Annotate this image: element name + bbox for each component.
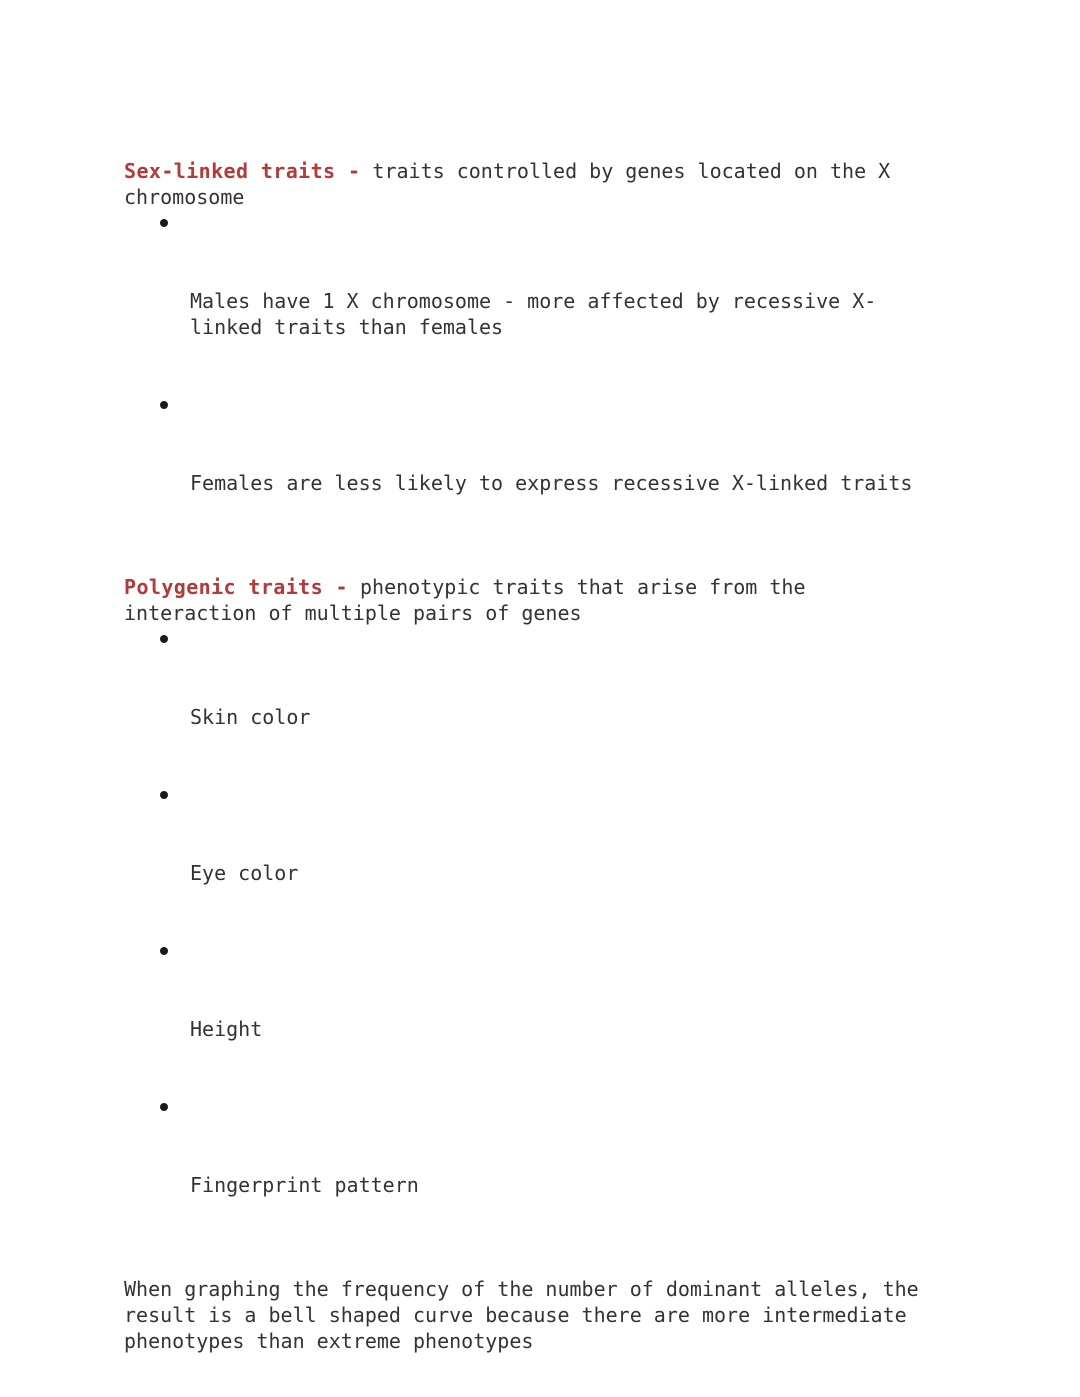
list-item: Fingerprint pattern xyxy=(124,1094,944,1250)
round-bullet-icon xyxy=(160,219,168,227)
polygenic-bullet-list: Skin color Eye color Height Fingerprint … xyxy=(124,626,944,1250)
document-page: Sex-linked traits - traits controlled by… xyxy=(0,0,1080,1397)
list-item: Females are less likely to express reces… xyxy=(124,392,944,548)
list-item-label: Skin color xyxy=(190,705,311,729)
list-item-label: Eye color xyxy=(190,861,299,885)
round-bullet-icon xyxy=(160,1103,168,1111)
list-item: Eye color xyxy=(124,782,944,938)
polygenic-definition-paragraph: Polygenic traits - phenotypic traits tha… xyxy=(124,574,944,626)
polygenic-term: Polygenic traits - xyxy=(124,575,348,599)
round-bullet-icon xyxy=(160,791,168,799)
list-item-label: Fingerprint pattern xyxy=(190,1173,419,1197)
list-item: Males have 1 X chromosome - more affecte… xyxy=(124,210,944,392)
list-item-label: Males have 1 X chromosome - more affecte… xyxy=(190,289,877,339)
round-bullet-icon xyxy=(160,401,168,409)
sex-linked-definition-paragraph: Sex-linked traits - traits controlled by… xyxy=(124,158,944,210)
list-item: Height xyxy=(124,938,944,1094)
list-item-label: Females are less likely to express reces… xyxy=(190,471,913,495)
sex-linked-term: Sex-linked traits - xyxy=(124,159,361,183)
list-item-label: Height xyxy=(190,1017,263,1041)
list-item: Skin color xyxy=(124,626,944,782)
polygenic-graph-note: When graphing the frequency of the numbe… xyxy=(124,1277,931,1353)
sex-linked-bullet-list: Males have 1 X chromosome - more affecte… xyxy=(124,210,944,548)
round-bullet-icon xyxy=(160,635,168,643)
round-bullet-icon xyxy=(160,947,168,955)
document-content: Sex-linked traits - traits controlled by… xyxy=(124,158,944,1397)
